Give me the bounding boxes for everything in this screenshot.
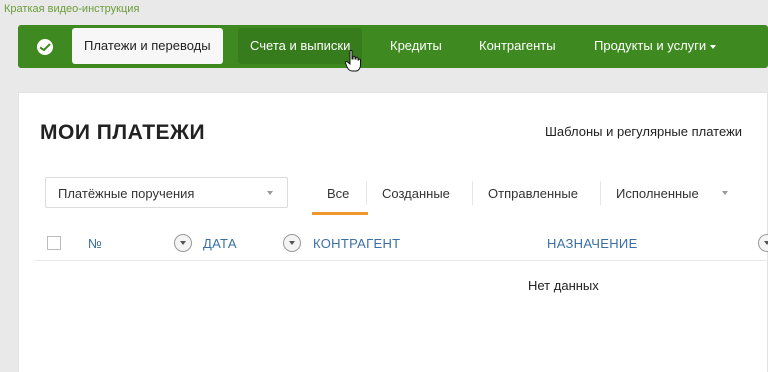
tab-all[interactable]: Все (327, 186, 349, 201)
document-type-select[interactable]: Платёжные поручения (45, 177, 288, 208)
tab-created[interactable]: Созданные (382, 186, 450, 201)
top-caption: Краткая видео-инструкция (0, 0, 768, 22)
nav-credits[interactable]: Кредиты (378, 28, 454, 64)
empty-state-text: Нет данных (528, 278, 599, 293)
tab-divider (600, 181, 601, 205)
column-number[interactable]: № (88, 236, 102, 251)
templates-link[interactable]: Шаблоны и регулярные платежи (545, 124, 742, 139)
column-purpose[interactable]: НАЗНАЧЕНИЕ (547, 236, 638, 251)
video-instruction-link[interactable]: Краткая видео-инструкция (4, 3, 139, 15)
tab-executed[interactable]: Исполненные (616, 186, 699, 201)
main-navbar: Платежи и переводы Счета и выписки Креди… (18, 25, 768, 68)
tab-divider (366, 181, 367, 205)
select-all-checkbox[interactable] (47, 236, 61, 250)
chevron-down-icon (710, 44, 717, 49)
table-header (35, 227, 768, 261)
sort-date-icon[interactable] (174, 234, 192, 252)
nav-products-services[interactable]: Продукты и услуги (582, 28, 728, 64)
nav-counterparties[interactable]: Контрагенты (467, 28, 568, 64)
tabs-more-chevron-icon[interactable] (722, 191, 728, 195)
nav-products-services-label: Продукты и услуги (594, 38, 707, 53)
sort-counterparty-icon[interactable] (283, 234, 301, 252)
tab-sent[interactable]: Отправленные (488, 186, 578, 201)
active-tab-indicator (312, 212, 368, 215)
nav-payments-transfers[interactable]: Платежи и переводы (72, 28, 223, 64)
chevron-down-icon (267, 191, 273, 195)
document-type-value: Платёжные поручения (58, 186, 195, 201)
page-title: МОИ ПЛАТЕЖИ (40, 121, 206, 144)
tab-divider (472, 181, 473, 205)
hand-cursor-icon (345, 50, 361, 72)
column-date[interactable]: ДАТА (203, 236, 237, 251)
nav-accounts-statements[interactable]: Счета и выписки (238, 28, 363, 64)
column-counterparty[interactable]: КОНТРАГЕНТ (313, 236, 400, 251)
bank-logo-icon[interactable] (36, 38, 54, 56)
